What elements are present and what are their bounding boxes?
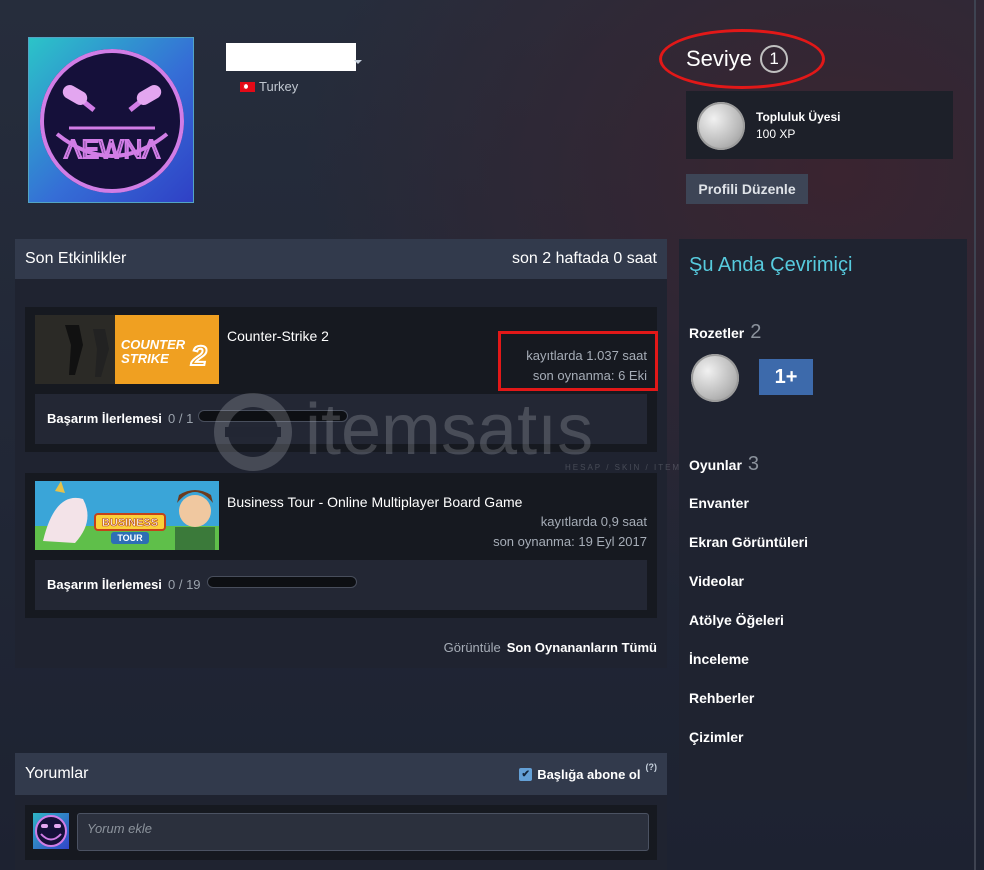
- community-badge-icon: [697, 102, 745, 150]
- achievement-count: 0 / 19: [168, 577, 201, 592]
- edit-profile-button[interactable]: Profili Düzenle: [686, 174, 808, 204]
- checkbox-checked-icon[interactable]: ✔: [519, 767, 533, 781]
- cs2-logo-line1: COUNTER: [121, 337, 186, 352]
- commenter-avatar: [33, 813, 69, 849]
- sidebar-item-artwork[interactable]: Çizimler: [689, 729, 743, 745]
- achievement-label: Başarım İlerlemesi: [47, 577, 162, 592]
- profile-level: Seviye 1: [686, 45, 789, 73]
- recent-activity-panel: Son Etkinlikler son 2 haftada 0 saat COU…: [15, 239, 667, 668]
- comment-input[interactable]: Yorum ekle: [77, 813, 649, 851]
- badges-section[interactable]: Rozetler 2: [689, 321, 761, 344]
- cs2-capsule-art: COUNTER STRIKE 2: [35, 315, 219, 384]
- games-section[interactable]: Oyunlar 3: [689, 453, 759, 476]
- svg-text:ΛEWNΛ: ΛEWNΛ: [64, 134, 160, 164]
- sidebar-item-inventory[interactable]: Envanter: [689, 495, 749, 511]
- help-icon[interactable]: (?): [646, 762, 658, 772]
- profile-sidebar: Şu Anda Çevrimiçi Rozetler 2 1+ Oyunlar 3 …: [679, 239, 967, 800]
- game-title[interactable]: Counter-Strike 2: [227, 328, 329, 344]
- sidebar-item-reviews[interactable]: İnceleme: [689, 651, 749, 667]
- recent-activity-header: Son Etkinlikler son 2 haftada 0 saat: [15, 239, 667, 279]
- subscribe-toggle[interactable]: ✔ Başlığa abone ol (?): [519, 762, 657, 782]
- name-history-caret-icon[interactable]: [354, 60, 362, 64]
- comments-panel: Yorumlar ✔ Başlığa abone ol (?) Yorum ek…: [15, 753, 667, 870]
- sidebar-item-workshop[interactable]: Atölye Öğeleri: [689, 612, 784, 628]
- view-prefix: Görüntüle: [443, 640, 501, 655]
- game-capsule-business-tour[interactable]: BUSINESS TOUR: [35, 481, 219, 550]
- persona-name-redacted: [226, 43, 356, 71]
- hours-highlight-annotation: [498, 331, 658, 391]
- online-status: Şu Anda Çevrimiçi: [689, 254, 853, 276]
- community-badge-icon[interactable]: [691, 354, 739, 402]
- commenter-avatar-art: [35, 815, 67, 847]
- comments-header: Yorumlar ✔ Başlığa abone ol (?): [15, 753, 667, 795]
- subscribe-label: Başlığa abone ol: [537, 766, 641, 782]
- badges-label: Rozetler: [689, 325, 745, 341]
- badge-title: Topluluk Üyesi: [756, 110, 841, 124]
- business-tour-logo-line1: BUSINESS: [102, 517, 158, 529]
- game-last-played: son oynanma: 19 Eyl 2017: [493, 534, 647, 549]
- level-label: Seviye: [686, 46, 753, 71]
- games-count: 3: [747, 453, 760, 475]
- avatar-art: ΛEWNΛ: [29, 38, 193, 202]
- view-all-link[interactable]: Son Oynananların Tümü: [507, 640, 657, 655]
- cs2-logo-line2: STRIKE: [121, 351, 169, 366]
- game-title[interactable]: Business Tour - Online Multiplayer Board…: [227, 494, 522, 510]
- badges-count: 2: [750, 321, 762, 343]
- achievement-label: Başarım İlerlemesi: [47, 411, 162, 426]
- sidebar-item-guides[interactable]: Rehberler: [689, 690, 754, 706]
- achievement-count: 0 / 1: [168, 411, 194, 426]
- achievement-progress[interactable]: Başarım İlerlemesi 0 / 1: [35, 394, 647, 444]
- favorite-badge[interactable]: Topluluk Üyesi 100 XP: [686, 91, 953, 159]
- profile-avatar[interactable]: ΛEWNΛ: [28, 37, 194, 203]
- comments-title: Yorumlar: [25, 765, 89, 782]
- business-tour-capsule-art: BUSINESS TOUR: [35, 481, 219, 550]
- achievement-progress-bar: [207, 576, 357, 588]
- sidebar-item-videos[interactable]: Videolar: [689, 573, 744, 589]
- achievement-progress[interactable]: Başarım İlerlemesi 0 / 19: [35, 560, 647, 610]
- cs2-logo-number: 2: [190, 340, 207, 371]
- years-of-service-badge[interactable]: 1+: [759, 359, 813, 395]
- badge-xp: 100 XP: [756, 127, 796, 141]
- view-all-recent[interactable]: Görüntüle Son Oynananların Tümü: [444, 640, 657, 655]
- achievement-progress-bar: [198, 410, 348, 422]
- country-label: Turkey: [259, 79, 299, 94]
- game-capsule-cs2[interactable]: COUNTER STRIKE 2: [35, 315, 219, 384]
- recent-activity-title: Son Etkinlikler: [25, 250, 127, 267]
- level-number[interactable]: 1: [760, 45, 789, 73]
- sidebar-item-screenshots[interactable]: Ekran Görüntüleri: [689, 534, 808, 550]
- game-row: BUSINESS TOUR Business Tour - Online Mul…: [25, 473, 657, 618]
- recent-activity-summary: son 2 haftada 0 saat: [512, 250, 657, 267]
- business-tour-logo-line2: TOUR: [117, 533, 143, 543]
- game-hours: kayıtlarda 0,9 saat: [540, 514, 647, 529]
- turkey-flag-icon: [240, 81, 255, 92]
- comment-compose: Yorum ekle: [25, 805, 657, 860]
- games-label: Oyunlar: [689, 457, 742, 473]
- profile-location: Turkey: [240, 79, 298, 94]
